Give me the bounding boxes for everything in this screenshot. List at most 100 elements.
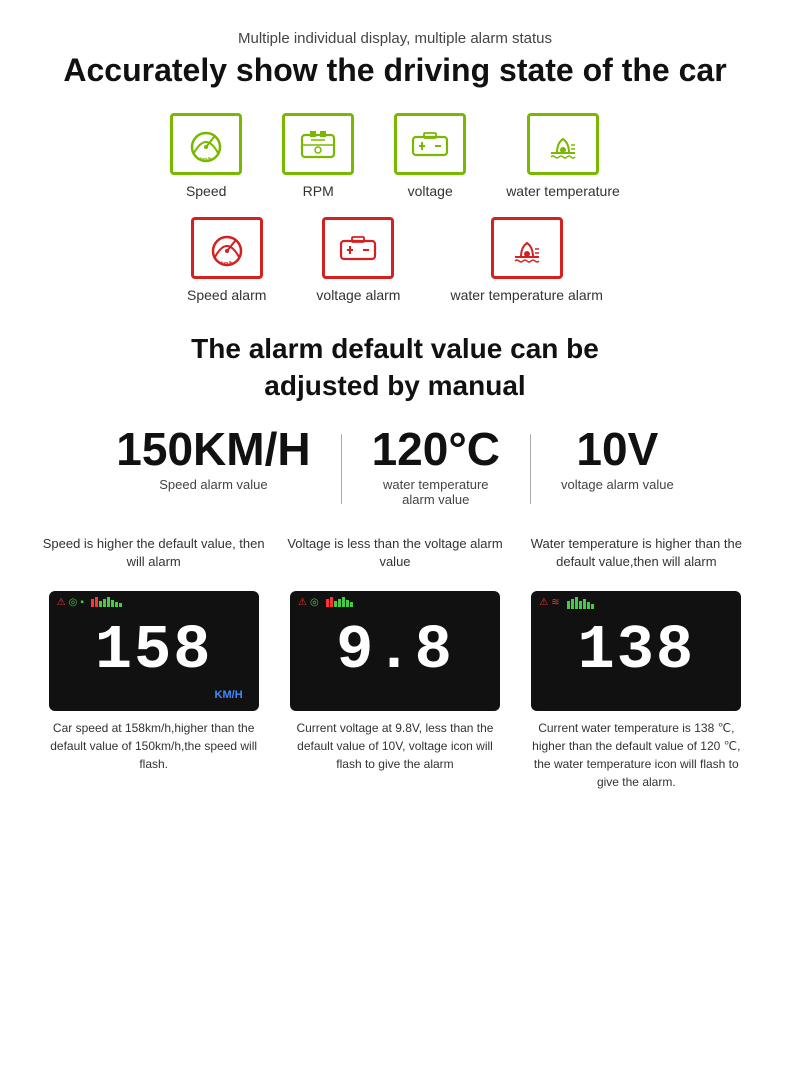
bar-graph-w <box>567 597 594 609</box>
voltage-value-label: voltage alarm value <box>561 477 674 492</box>
voltage-icon <box>408 125 452 163</box>
speed-screen-top-icons: ⚠ ◎ ▪ <box>49 597 259 608</box>
svg-text:km/h: km/h <box>200 157 212 163</box>
water-temp-alarm-label: water temperature alarm <box>450 287 603 303</box>
voltage-icon-item: voltage <box>394 113 466 199</box>
example-water-temp-caption: Current water temperature is 138 ℃, high… <box>531 719 741 791</box>
bar-8 <box>119 603 122 607</box>
bar-w2 <box>571 599 574 609</box>
green-icons-row: km/h Speed RPM <box>40 113 750 199</box>
example-speed: Speed is higher the default value, then … <box>40 535 267 791</box>
rpm-label: RPM <box>303 183 334 199</box>
speed-icon-small: ◎ <box>69 597 78 608</box>
speed-value-num: 150KM/H <box>116 424 310 475</box>
voltage-alarm-icon-item: voltage alarm <box>316 217 400 303</box>
water-temp-icon-box <box>527 113 599 175</box>
water-temp-value-num: 120°C <box>372 424 500 475</box>
speed-alarm-icon: km/h <box>205 229 249 267</box>
water-temp-label: water temperature <box>506 183 620 199</box>
batt-icon-small: ◎ <box>310 597 319 608</box>
bar-6 <box>111 600 114 607</box>
bar-v7 <box>350 602 353 607</box>
header-title: Accurately show the driving state of the… <box>40 51 750 89</box>
bar-v6 <box>346 600 349 607</box>
speed-alarm-icon-item: km/h Speed alarm <box>187 217 266 303</box>
example-speed-caption: Car speed at 158km/h,higher than the def… <box>49 719 259 773</box>
voltage-alarm-icon <box>336 229 380 267</box>
speed-icon-item: km/h Speed <box>170 113 242 199</box>
bar-v2 <box>330 597 333 607</box>
bar-3 <box>99 601 102 607</box>
speed-label: Speed <box>186 183 226 199</box>
example-voltage-screen: ⚠ ◎ 9.8 <box>290 591 500 711</box>
bar-w5 <box>583 599 586 609</box>
water-temp-alarm-icon-item: water temperature alarm <box>450 217 603 303</box>
bar-w1 <box>567 601 570 609</box>
examples-row: Speed is higher the default value, then … <box>40 535 750 791</box>
example-voltage-caption: Current voltage at 9.8V, less than the d… <box>290 719 500 773</box>
example-voltage-title: Voltage is less than the voltage alarm v… <box>281 535 508 583</box>
water-temp-value-item: 120°C water temperaturealarm value <box>342 424 530 507</box>
bar-w6 <box>587 602 590 609</box>
rpm-icon-box <box>282 113 354 175</box>
alarm-icon-red: ⚠ <box>57 597 66 608</box>
alarm-icon-red-v: ⚠ <box>298 597 307 608</box>
water-temp-alarm-icon-box <box>491 217 563 279</box>
rpm-icon <box>296 125 340 163</box>
bar-2 <box>95 597 98 607</box>
water-temp-value-label: water temperaturealarm value <box>383 477 489 507</box>
temp-icon-red-w: ≋ <box>551 597 559 608</box>
bar-4 <box>103 599 106 607</box>
water-temp-alarm-icon <box>505 229 549 267</box>
bar-v4 <box>338 599 341 607</box>
example-speed-title: Speed is higher the default value, then … <box>40 535 267 583</box>
speed-display-unit: KM/H <box>215 689 243 701</box>
svg-text:km/h: km/h <box>221 261 233 267</box>
speed-alarm-icon-box: km/h <box>191 217 263 279</box>
speed-display-number: 158 <box>95 620 213 682</box>
page: Multiple individual display, multiple al… <box>0 0 790 821</box>
water-temp-screen-top-icons: ⚠ ≋ <box>531 597 741 609</box>
bar-graph-v <box>326 597 353 607</box>
bar-v5 <box>342 597 345 607</box>
speed-icon: km/h <box>184 125 228 163</box>
alarm-default-text: The alarm default value can be adjusted … <box>40 331 750 404</box>
voltage-value-item: 10V voltage alarm value <box>531 424 704 492</box>
bar-7 <box>115 602 118 607</box>
example-water-temp-screen: ⚠ ≋ 138 <box>531 591 741 711</box>
bar-w3 <box>575 597 578 609</box>
bar-v3 <box>334 601 337 607</box>
speed-alarm-label: Speed alarm <box>187 287 266 303</box>
voltage-label: voltage <box>408 183 453 199</box>
bar-graph <box>91 597 122 607</box>
example-water-temp: Water temperature is higher than the def… <box>523 535 750 791</box>
values-row: 150KM/H Speed alarm value 120°C water te… <box>40 424 750 507</box>
voltage-icon-box <box>394 113 466 175</box>
voltage-screen-top-icons: ⚠ ◎ <box>290 597 500 608</box>
water-temp-icon-item: water temperature <box>506 113 620 199</box>
example-voltage: Voltage is less than the voltage alarm v… <box>281 535 508 791</box>
water-temp-icon <box>541 125 585 163</box>
bar-1 <box>91 599 94 607</box>
example-speed-screen: ⚠ ◎ ▪ 158 KM/H <box>49 591 259 711</box>
speed-value-label: Speed alarm value <box>159 477 267 492</box>
header-section: Multiple individual display, multiple al… <box>40 30 750 89</box>
speed-icon-box: km/h <box>170 113 242 175</box>
bar-5 <box>107 597 110 607</box>
voltage-value-num: 10V <box>576 424 658 475</box>
voltage-display-number: 9.8 <box>336 620 454 682</box>
alarm-icon-red-w: ⚠ <box>539 597 548 608</box>
battery-icon-small: ▪ <box>80 597 84 608</box>
water-temp-display-number: 138 <box>578 620 696 682</box>
bar-w4 <box>579 601 582 609</box>
example-water-temp-title: Water temperature is higher than the def… <box>523 535 750 583</box>
voltage-alarm-icon-box <box>322 217 394 279</box>
alarm-default-section: The alarm default value can be adjusted … <box>40 331 750 404</box>
voltage-alarm-label: voltage alarm <box>316 287 400 303</box>
bar-w7 <box>591 604 594 609</box>
bar-v1 <box>326 599 329 607</box>
red-icons-row: km/h Speed alarm voltage alarm <box>40 217 750 303</box>
header-subtitle: Multiple individual display, multiple al… <box>40 30 750 47</box>
rpm-icon-item: RPM <box>282 113 354 199</box>
speed-value-item: 150KM/H Speed alarm value <box>86 424 340 492</box>
